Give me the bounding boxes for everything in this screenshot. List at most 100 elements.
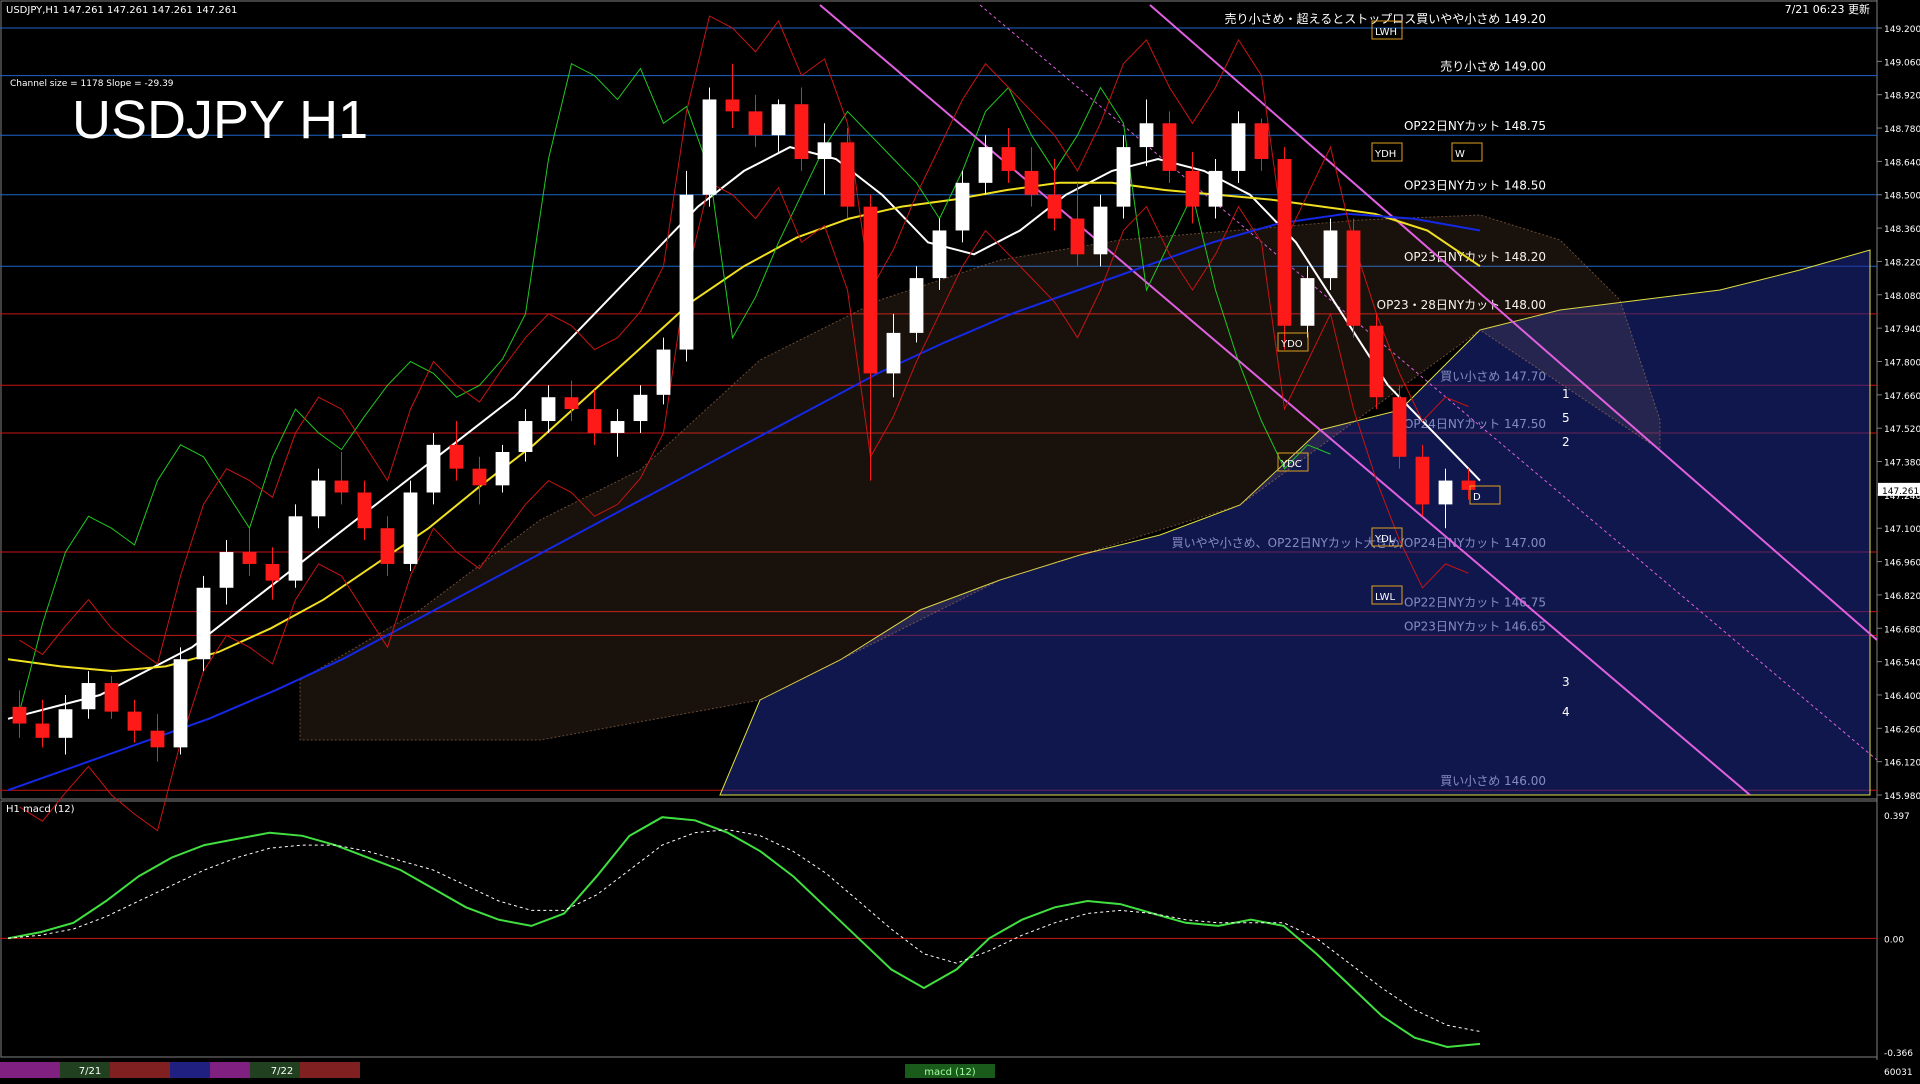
candle-body bbox=[1277, 159, 1292, 326]
candle-body bbox=[81, 683, 96, 710]
candle-body bbox=[1415, 456, 1430, 505]
candle bbox=[679, 170, 694, 362]
candle bbox=[403, 480, 418, 572]
candle-body bbox=[541, 397, 556, 422]
candle-body bbox=[610, 421, 625, 433]
candle-body bbox=[771, 104, 786, 136]
candle-body bbox=[955, 182, 970, 231]
candle-body bbox=[725, 99, 740, 112]
candle-body bbox=[311, 480, 326, 517]
candle-body bbox=[748, 111, 763, 136]
candle-body bbox=[633, 394, 648, 422]
candle bbox=[1346, 218, 1361, 338]
channel-info: Channel size = 1178 Slope = -29.39 bbox=[10, 79, 174, 89]
macd-tick-label: 0.00 bbox=[1884, 935, 1904, 945]
candle-body bbox=[656, 349, 671, 395]
price-chart[interactable]: 売り小さめ・超えるとストップロス買いやや小さめ 149.20 売り小さめ 149.… bbox=[0, 0, 1920, 1080]
price-tick-label: 148.080 bbox=[1884, 292, 1920, 302]
price-tick-label: 148.640 bbox=[1884, 158, 1920, 168]
candle-body bbox=[150, 730, 165, 748]
candle-body bbox=[817, 142, 832, 160]
price-tick-label: 148.220 bbox=[1884, 258, 1920, 268]
time-bar-segment bbox=[110, 1062, 170, 1078]
chart-window: 売り小さめ・超えるとストップロス買いやや小さめ 149.20 売り小さめ 149.… bbox=[0, 0, 1920, 1080]
candle-body bbox=[1369, 325, 1384, 398]
candle-body bbox=[104, 683, 119, 712]
box-label: LWH bbox=[1375, 27, 1397, 38]
candle bbox=[1369, 313, 1384, 410]
candle bbox=[1116, 135, 1131, 219]
candle-body bbox=[1070, 218, 1085, 255]
right-value: 60031 bbox=[1884, 1068, 1913, 1078]
price-tick-label: 149.200 bbox=[1884, 25, 1920, 35]
box-label: YDL bbox=[1374, 534, 1395, 545]
level-label: OP23日NYカット 148.50 bbox=[1404, 179, 1546, 193]
candle-body bbox=[840, 142, 855, 207]
current-price-label: 147.261 bbox=[1882, 487, 1919, 497]
candle-body bbox=[472, 468, 487, 486]
candle bbox=[1277, 147, 1292, 350]
box-label: D bbox=[1473, 492, 1481, 503]
price-tick-label: 146.120 bbox=[1884, 759, 1920, 769]
box-label: YDO bbox=[1280, 339, 1303, 350]
candle-body bbox=[426, 444, 441, 493]
time-bar-segment bbox=[300, 1062, 360, 1078]
price-tick-label: 147.100 bbox=[1884, 525, 1920, 535]
candle-body bbox=[334, 480, 349, 493]
macd-tick-label: 0.397 bbox=[1884, 812, 1910, 822]
candle-body bbox=[449, 444, 464, 469]
candle-body bbox=[886, 332, 901, 374]
candle-body bbox=[127, 711, 142, 731]
candle-body bbox=[863, 206, 878, 374]
candle-body bbox=[1300, 278, 1315, 326]
price-tick-label: 147.380 bbox=[1884, 459, 1920, 469]
wave-label: 5 bbox=[1562, 411, 1570, 425]
candle-body bbox=[1208, 170, 1223, 207]
wave-label: 1 bbox=[1562, 387, 1570, 401]
candle-body bbox=[909, 278, 924, 333]
candle-body bbox=[1047, 194, 1062, 219]
candle-body bbox=[357, 492, 372, 529]
level-label: OP22日NYカット 148.75 bbox=[1404, 119, 1546, 133]
candle-body bbox=[1185, 170, 1200, 207]
candle-body bbox=[196, 587, 211, 660]
time-bar-segment bbox=[210, 1062, 250, 1078]
candle bbox=[1392, 385, 1407, 469]
box-label: YDC bbox=[1280, 459, 1302, 470]
candle-body bbox=[702, 99, 717, 195]
candle bbox=[702, 87, 717, 207]
time-label: 7/22 bbox=[271, 1066, 293, 1077]
candle bbox=[288, 504, 303, 588]
wave-label: 3 bbox=[1562, 675, 1570, 689]
price-tick-label: 146.680 bbox=[1884, 625, 1920, 635]
candle-body bbox=[1254, 123, 1269, 160]
macd-tick-label: -0.366 bbox=[1884, 1049, 1913, 1059]
candle-body bbox=[1162, 123, 1177, 171]
symbol-info: USDJPY,H1 147.261 147.261 147.261 147.26… bbox=[6, 5, 237, 16]
price-tick-label: 148.920 bbox=[1884, 92, 1920, 102]
candle-body bbox=[219, 552, 234, 588]
candle-body bbox=[932, 230, 947, 279]
price-tick-label: 145.980 bbox=[1884, 792, 1920, 802]
candle-body bbox=[403, 492, 418, 564]
candle-body bbox=[495, 451, 510, 486]
watermark-title: USDJPY H1 bbox=[72, 90, 368, 150]
time-bar-segment bbox=[170, 1062, 210, 1078]
level-label: 売り小さめ・超えるとストップロス買いやや小さめ 149.20 bbox=[1225, 11, 1546, 26]
box-label: W bbox=[1455, 149, 1465, 160]
candle-body bbox=[35, 723, 50, 738]
price-tick-label: 146.960 bbox=[1884, 559, 1920, 569]
candle bbox=[196, 575, 211, 672]
candle-body bbox=[1323, 230, 1338, 279]
price-tick-label: 148.360 bbox=[1884, 225, 1920, 235]
candle-body bbox=[518, 421, 533, 452]
candle-body bbox=[58, 709, 73, 738]
price-tick-label: 148.500 bbox=[1884, 192, 1920, 202]
candle-body bbox=[1392, 397, 1407, 457]
candle-body bbox=[587, 409, 602, 433]
price-tick-label: 147.660 bbox=[1884, 392, 1920, 402]
candle-body bbox=[564, 397, 579, 410]
level-label: 売り小さめ 149.00 bbox=[1440, 59, 1546, 74]
candle-body bbox=[1231, 123, 1246, 171]
price-tick-label: 147.520 bbox=[1884, 425, 1920, 435]
